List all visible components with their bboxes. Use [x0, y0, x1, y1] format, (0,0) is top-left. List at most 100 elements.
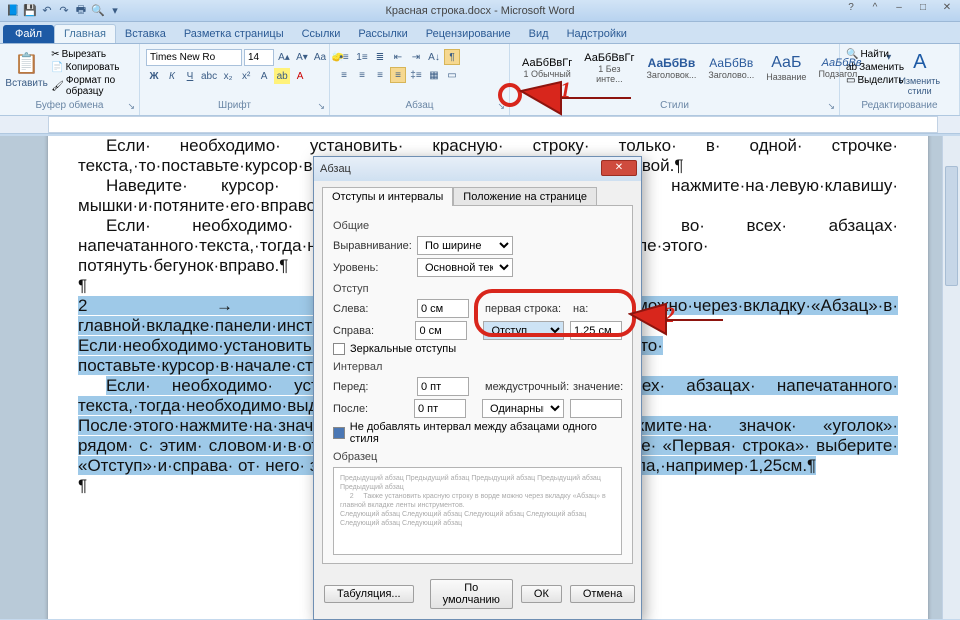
align-center-icon[interactable]: ≡ [354, 67, 370, 83]
styles-launcher-icon[interactable]: ↘ [827, 101, 835, 112]
find-button[interactable]: 🔍Найти [846, 49, 904, 60]
align-right-icon[interactable]: ≡ [372, 67, 388, 83]
dialog-tab-indents[interactable]: Отступы и интервалы [322, 187, 453, 206]
qat-save-icon[interactable]: 💾 [23, 4, 37, 18]
copy-label: Копировать [66, 62, 120, 73]
section-general: Общие [333, 220, 622, 232]
paste-label: Вставить [5, 78, 47, 89]
qat-print-icon[interactable]: 🖶 [74, 4, 88, 18]
multilevel-icon[interactable]: ≣ [372, 49, 388, 65]
grow-font-icon[interactable]: A▴ [276, 50, 292, 66]
change-case-icon[interactable]: Aa [312, 50, 328, 66]
ok-button[interactable]: ОК [521, 585, 562, 603]
numbering-icon[interactable]: 1≡ [354, 49, 370, 65]
nospace-checkbox[interactable]: Не добавлять интервал между абзацами одн… [333, 421, 622, 445]
paste-button[interactable]: 📋Вставить [6, 49, 47, 91]
font-color-icon[interactable]: A [292, 68, 308, 84]
ribbon-help-icon[interactable]: ? [842, 2, 860, 13]
ruler[interactable] [0, 116, 960, 134]
strike-icon[interactable]: abc [200, 68, 218, 84]
justify-icon[interactable]: ≡ [390, 67, 406, 83]
highlight-icon[interactable]: ab [274, 68, 290, 84]
vertical-scrollbar[interactable] [942, 136, 960, 619]
tab-layout[interactable]: Разметка страницы [175, 25, 293, 43]
text-effects-icon[interactable]: A [256, 68, 272, 84]
brush-icon: 🖌 [51, 81, 64, 92]
style-heading1[interactable]: АаБбВвЗаголовок... [641, 53, 703, 83]
after-spin[interactable] [414, 399, 466, 418]
qat-more-icon[interactable]: ▾ [108, 4, 122, 18]
format-painter-button[interactable]: 🖌Формат по образцу [51, 75, 133, 97]
title-bar: 📘 💾 ↶ ↷ 🖶 🔍 ▾ Красная строка.docx - Micr… [0, 0, 960, 22]
window-close-icon[interactable]: ✕ [938, 2, 956, 13]
mirror-checkbox[interactable]: Зеркальные отступы [333, 343, 622, 355]
bold-icon[interactable]: Ж [146, 68, 162, 84]
ribbon: 📋Вставить ✂Вырезать 📄Копировать 🖌Формат … [0, 44, 960, 116]
tab-home[interactable]: Главная [54, 24, 116, 43]
italic-icon[interactable]: К [164, 68, 180, 84]
paragraph-launcher-icon[interactable]: ↘ [497, 101, 505, 112]
before-spin[interactable] [417, 377, 469, 396]
tab-insert[interactable]: Вставка [116, 25, 175, 43]
bullets-icon[interactable]: •≡ [336, 49, 352, 65]
borders-icon[interactable]: ▭ [444, 67, 460, 83]
ribbon-minimize-icon[interactable]: ^ [866, 2, 884, 13]
paragraph-dialog: Абзац ✕ Отступы и интервалы Положение на… [313, 156, 642, 620]
first-line-combo[interactable]: Отступ [483, 321, 564, 340]
file-tab[interactable]: Файл [3, 25, 54, 43]
lineval-spin[interactable] [570, 399, 622, 418]
qat-redo-icon[interactable]: ↷ [57, 4, 71, 18]
font-name-combo[interactable] [146, 49, 242, 66]
line-combo[interactable]: Одинарный [482, 399, 564, 418]
line-spacing-icon[interactable]: ‡≡ [408, 67, 424, 83]
align-combo[interactable]: По ширине [417, 236, 513, 255]
level-combo[interactable]: Основной текст [417, 258, 513, 277]
dialog-close-button[interactable]: ✕ [601, 160, 637, 176]
replace-button[interactable]: abЗаменить [846, 62, 904, 73]
select-button[interactable]: ▭Выделить [846, 75, 904, 86]
shrink-font-icon[interactable]: A▾ [294, 50, 310, 66]
replace-icon: ab [846, 62, 857, 73]
qat-preview-icon[interactable]: 🔍 [91, 4, 105, 18]
style-heading2[interactable]: АаБбВвЗаголово... [702, 53, 760, 83]
left-spin[interactable] [417, 299, 469, 318]
clipboard-launcher-icon[interactable]: ↘ [127, 101, 135, 112]
show-marks-icon[interactable]: ¶ [444, 49, 460, 65]
by-spin[interactable] [570, 321, 622, 340]
section-sample: Образец [333, 451, 622, 463]
style-title[interactable]: АаБНазвание [760, 51, 812, 85]
cut-button[interactable]: ✂Вырезать [51, 49, 133, 60]
underline-icon[interactable]: Ч [182, 68, 198, 84]
cancel-button[interactable]: Отмена [570, 585, 635, 603]
dedent-icon[interactable]: ⇤ [390, 49, 406, 65]
ruler-body[interactable] [48, 116, 938, 133]
style-nospacing[interactable]: АаБбВвГг1 Без инте... [578, 49, 640, 87]
tabs-button[interactable]: Табуляция... [324, 585, 414, 603]
font-size-combo[interactable] [244, 49, 274, 66]
section-spacing: Интервал [333, 361, 622, 373]
indent-icon[interactable]: ⇥ [408, 49, 424, 65]
after-label: После: [333, 403, 408, 415]
tab-view[interactable]: Вид [520, 25, 558, 43]
dialog-tab-position[interactable]: Положение на странице [453, 187, 597, 206]
window-maximize-icon[interactable]: □ [914, 2, 932, 13]
default-button[interactable]: По умолчанию [430, 579, 513, 609]
sort-icon[interactable]: A↓ [426, 49, 442, 65]
tab-references[interactable]: Ссылки [293, 25, 350, 43]
align-left-icon[interactable]: ≡ [336, 67, 352, 83]
line-label: междустрочный: [485, 381, 567, 393]
shading-icon[interactable]: ▦ [426, 67, 442, 83]
dialog-titlebar[interactable]: Абзац ✕ [314, 157, 641, 181]
window-minimize-icon[interactable]: – [890, 2, 908, 13]
scrollbar-thumb[interactable] [945, 166, 958, 286]
font-launcher-icon[interactable]: ↘ [317, 101, 325, 112]
tab-review[interactable]: Рецензирование [417, 25, 520, 43]
superscript-icon[interactable]: x² [238, 68, 254, 84]
qat-undo-icon[interactable]: ↶ [40, 4, 54, 18]
tab-mailings[interactable]: Рассылки [349, 25, 416, 43]
subscript-icon[interactable]: x₂ [220, 68, 236, 84]
right-spin[interactable] [415, 321, 467, 340]
copy-button[interactable]: 📄Копировать [51, 62, 133, 73]
left-label: Слева: [333, 303, 411, 315]
tab-addins[interactable]: Надстройки [558, 25, 636, 43]
